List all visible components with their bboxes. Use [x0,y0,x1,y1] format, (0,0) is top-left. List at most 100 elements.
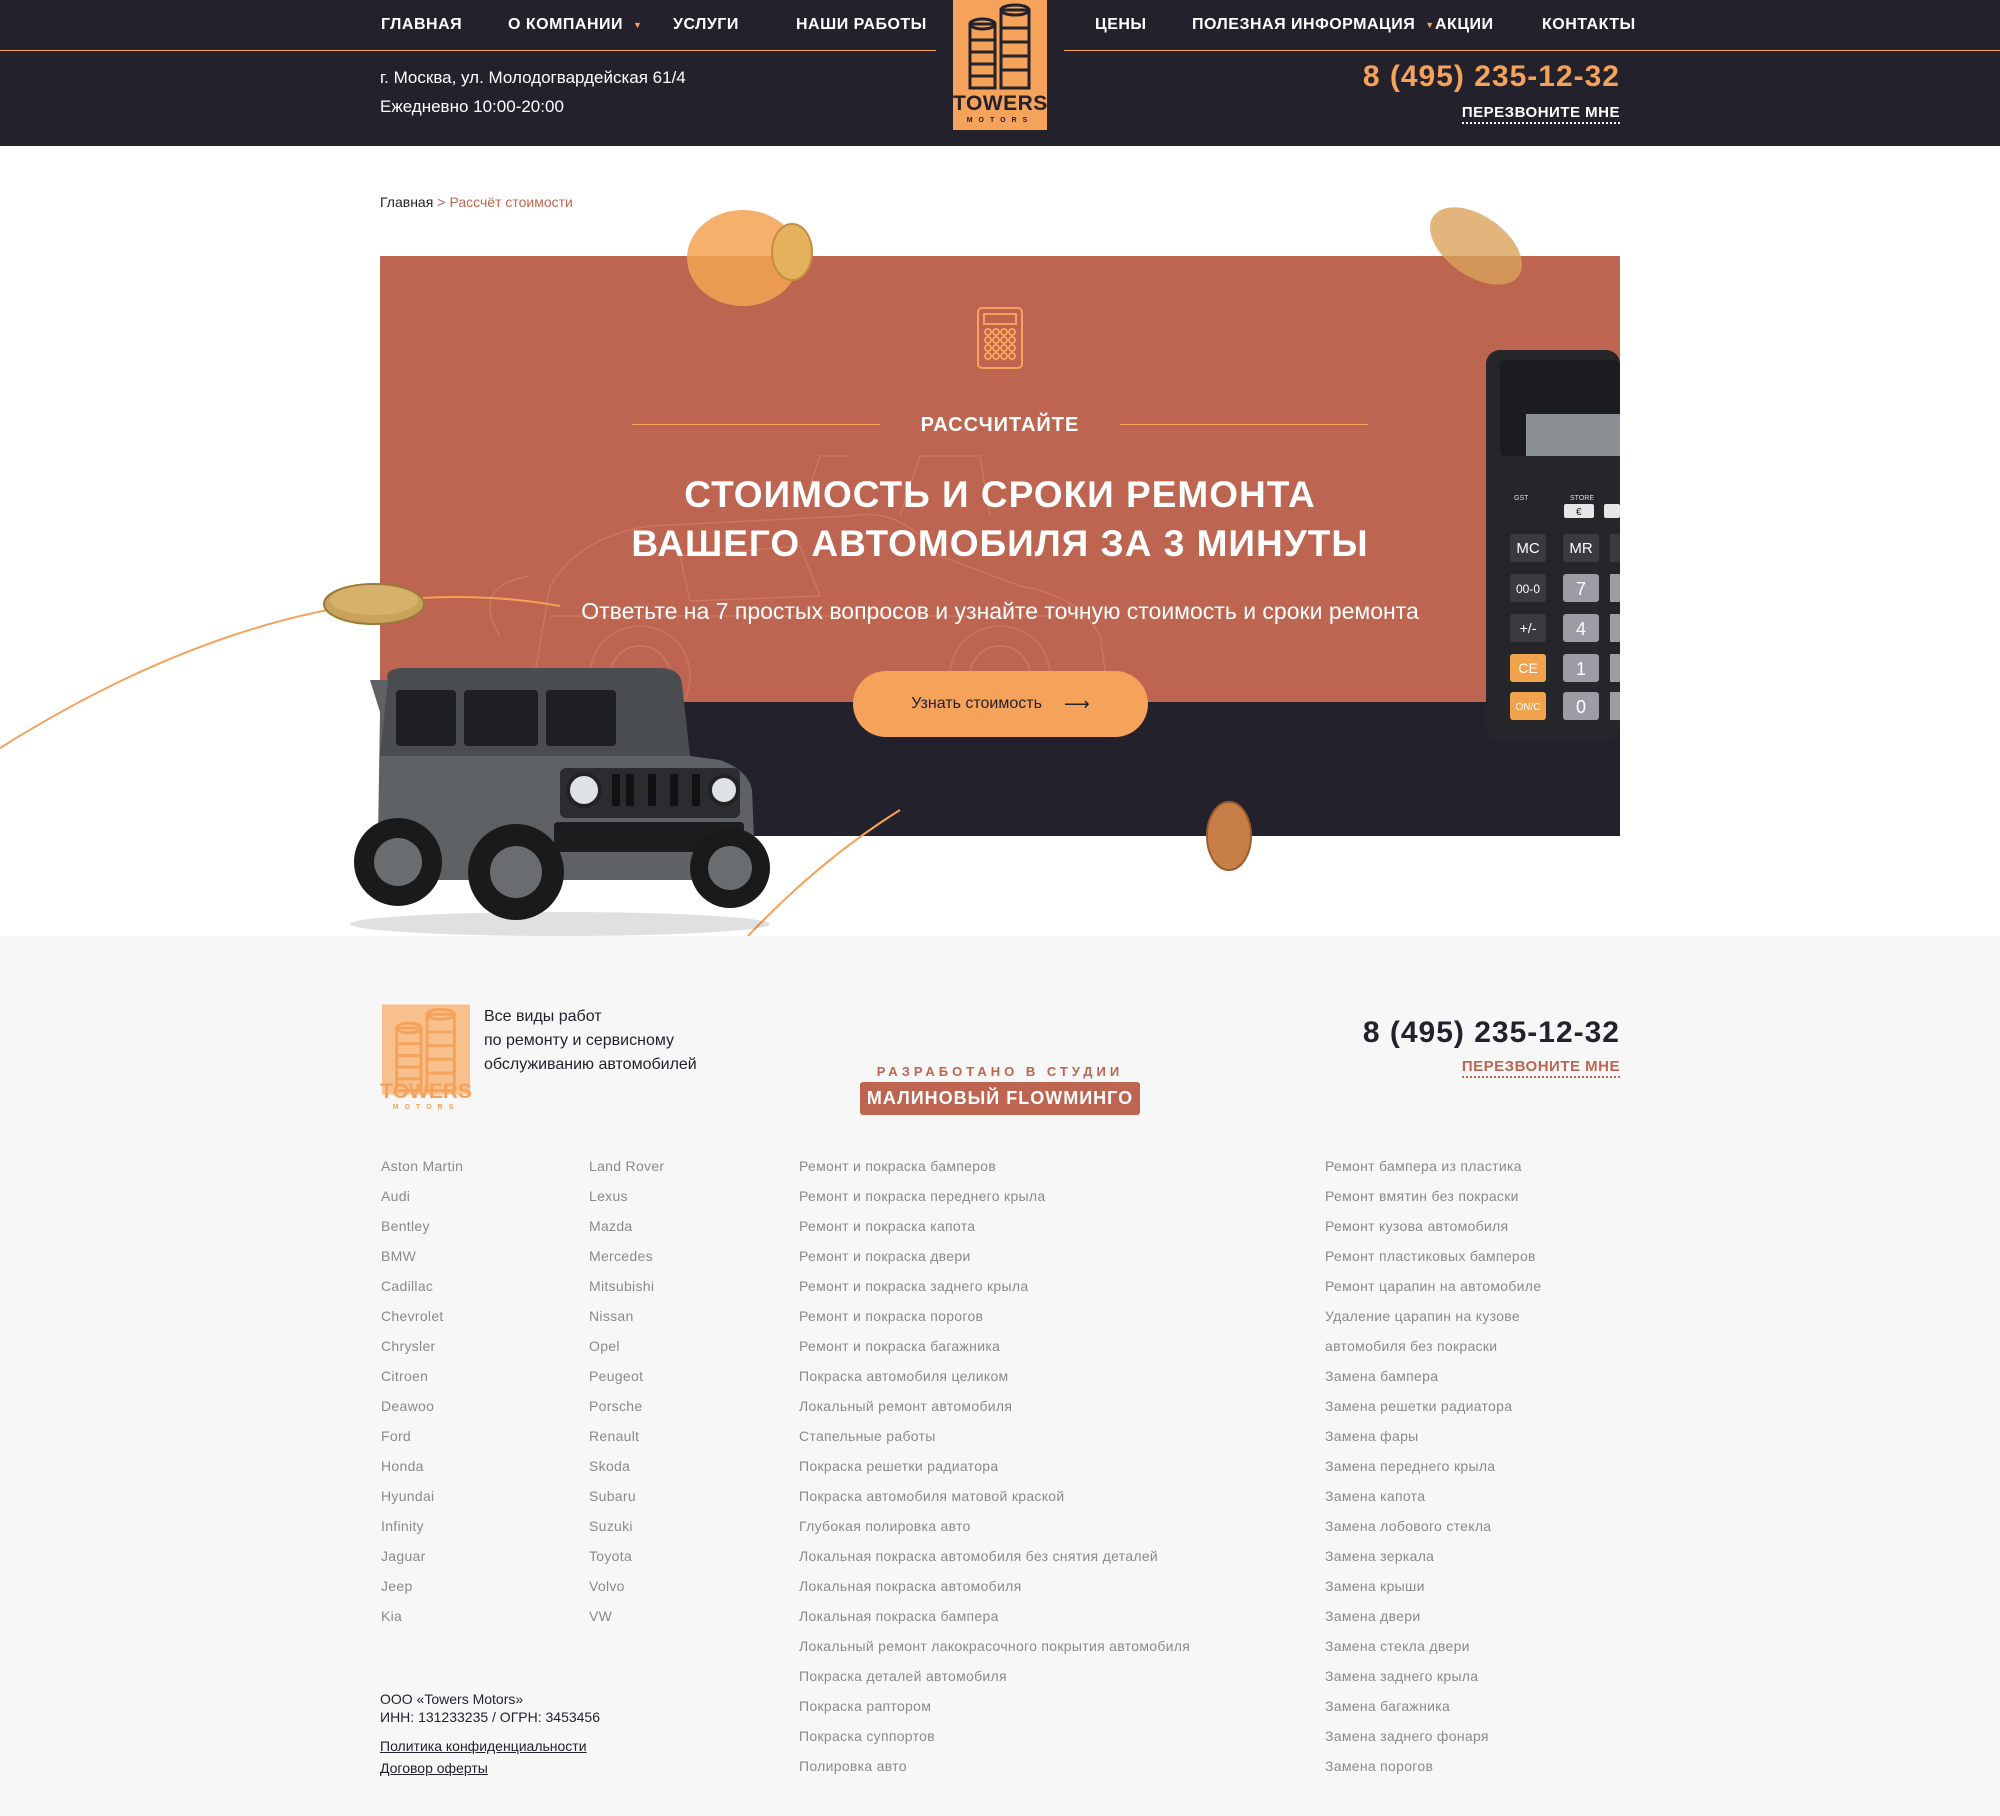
brand-link[interactable]: Kia [381,1608,463,1638]
service-link[interactable]: Ремонт и покраска двери [799,1248,1190,1278]
brand-link[interactable]: Lexus [589,1188,664,1218]
coin-icon [687,210,813,306]
offer-agreement-link[interactable]: Договор оферты [380,1760,488,1776]
footer-tagline-line: обслуживанию автомобилей [484,1056,697,1073]
brand-link[interactable]: Honda [381,1458,463,1488]
brand-link[interactable]: Cadillac [381,1278,463,1308]
brand-link[interactable]: Volvo [589,1578,664,1608]
brand-link[interactable]: Hyundai [381,1488,463,1518]
brand-link[interactable]: Infinity [381,1518,463,1548]
company-info: ООО «Towers Motors» ИНН: 131233235 / ОГР… [380,1690,600,1726]
studio-credit-link[interactable]: МАЛИНОВЫЙ FLOWМИНГО [860,1082,1140,1115]
service-link[interactable]: Покраска решетки радиатора [799,1458,1190,1488]
service-link[interactable]: Замена порогов [1325,1758,1541,1788]
get-price-button[interactable]: Узнать стоимость ⟶ [853,671,1148,737]
company-name: ООО «Towers Motors» [380,1691,524,1707]
studio-credit-label: РАЗРАБОТАНО В СТУДИИ [876,1064,1124,1079]
service-link[interactable]: Покраска автомобиля матовой краской [799,1488,1190,1518]
service-link[interactable]: Замена заднего фонаря [1325,1728,1541,1758]
brands-list-2: Land Rover Lexus Mazda Mercedes Mitsubishi Ni… [589,1158,664,1638]
brand-link[interactable]: Subaru [589,1488,664,1518]
brand-link[interactable]: Citroen [381,1368,463,1398]
footer-tagline: Все виды работ по ремонту и сервисному о… [484,1005,744,1077]
service-link[interactable]: Ремонт кузова автомобиля [1325,1218,1541,1248]
footer-phone[interactable]: 8 (495) 235-12-32 [1363,1016,1620,1050]
brand-link[interactable]: Peugeot [589,1368,664,1398]
brand-link[interactable]: Toyota [589,1548,664,1578]
service-link[interactable]: Удаление царапин на кузове [1325,1308,1541,1338]
service-link[interactable]: Ремонт бампера из пластика [1325,1158,1541,1188]
service-link[interactable]: Локальная покраска автомобиля без снятия… [799,1548,1190,1578]
arrow-right-icon: ⟶ [1063,693,1090,714]
hero-title-line-1: СТОИМОСТЬ И СРОКИ РЕМОНТА [684,474,1316,515]
brand-link[interactable]: Chrysler [381,1338,463,1368]
hero-title-line-2: ВАШЕГО АВТОМОБИЛЯ ЗА 3 МИНУТЫ [631,523,1369,564]
service-link[interactable]: Локальный ремонт лакокрасочного покрытия… [799,1638,1190,1668]
brand-link[interactable]: Suzuki [589,1518,664,1548]
brand-link[interactable]: Skoda [589,1458,664,1488]
service-link[interactable]: Ремонт и покраска переднего крыла [799,1188,1190,1218]
footer-callback-link[interactable]: ПЕРЕЗВОНИТЕ МНЕ [1461,1058,1620,1078]
service-link[interactable]: Замена заднего крыла [1325,1668,1541,1698]
service-link[interactable]: автомобиля без покраски [1325,1338,1541,1368]
service-link[interactable]: Полировка авто [799,1758,1190,1788]
service-link[interactable]: Покраска суппортов [799,1728,1190,1758]
service-link[interactable]: Ремонт и покраска порогов [799,1308,1190,1338]
brand-link[interactable]: Opel [589,1338,664,1368]
service-link[interactable]: Стапельные работы [799,1428,1190,1458]
service-link[interactable]: Замена решетки радиатора [1325,1398,1541,1428]
brand-link[interactable]: Ford [381,1428,463,1458]
brand-link[interactable]: Deawoo [381,1398,463,1428]
brand-link[interactable]: VW [589,1608,664,1638]
brand-link[interactable]: Bentley [381,1218,463,1248]
brand-link[interactable]: Land Rover [589,1158,664,1188]
footer-tagline-line: Все виды работ [484,1008,602,1025]
service-link[interactable]: Замена капота [1325,1488,1541,1518]
brand-link[interactable]: Nissan [589,1308,664,1338]
service-link[interactable]: Замена крыши [1325,1578,1541,1608]
service-link[interactable]: Глубокая полировка авто [799,1518,1190,1548]
brand-link[interactable]: Chevrolet [381,1308,463,1338]
brand-link[interactable]: Aston Martin [381,1158,463,1188]
brand-link[interactable]: Mazda [589,1218,664,1248]
service-link[interactable]: Ремонт и покраска бамперов [799,1158,1190,1188]
service-link[interactable]: Ремонт и покраска заднего крыла [799,1278,1190,1308]
service-link[interactable]: Замена двери [1325,1608,1541,1638]
service-link[interactable]: Покраска деталей автомобиля [799,1668,1190,1698]
coin-icon [1430,207,1522,285]
service-link[interactable]: Локальная покраска бампера [799,1608,1190,1638]
service-link[interactable]: Замена лобового стекла [1325,1518,1541,1548]
hero-subtitle: Ответьте на 7 простых вопросов и узнайте… [581,598,1419,624]
service-link[interactable]: Замена бампера [1325,1368,1541,1398]
service-link[interactable]: Локальная покраска автомобиля [799,1578,1190,1608]
brand-link[interactable]: Mercedes [589,1248,664,1278]
calculator-icon [977,307,1023,369]
brand-link[interactable]: Jeep [381,1578,463,1608]
service-link[interactable]: Ремонт царапин на автомобиле [1325,1278,1541,1308]
service-link[interactable]: Покраска автомобиля целиком [799,1368,1190,1398]
service-link[interactable]: Замена фары [1325,1428,1541,1458]
service-link[interactable]: Покраска раптором [799,1698,1190,1728]
service-link[interactable]: Ремонт и покраска капота [799,1218,1190,1248]
brand-link[interactable]: Mitsubishi [589,1278,664,1308]
service-link[interactable]: Локальный ремонт автомобиля [799,1398,1190,1428]
service-link[interactable]: Замена зеркала [1325,1548,1541,1578]
privacy-policy-link[interactable]: Политика конфиденциальности [380,1738,587,1754]
calc-key-onc: ON/C [1516,702,1541,713]
services-list-1: Ремонт и покраска бамперов Ремонт и покра… [799,1158,1190,1788]
company-requisites: ИНН: 131233235 / ОГРН: 3453456 [380,1709,601,1725]
brand-link[interactable]: Audi [381,1188,463,1218]
brand-link[interactable]: Jaguar [381,1548,463,1578]
service-link[interactable]: Замена переднего крыла [1325,1458,1541,1488]
service-link[interactable]: Ремонт и покраска багажника [799,1338,1190,1368]
brand-link[interactable]: Porsche [589,1398,664,1428]
service-link[interactable]: Замена стекла двери [1325,1638,1541,1668]
brand-link[interactable]: Renault [589,1428,664,1458]
brand-link[interactable]: BMW [381,1248,463,1278]
service-link[interactable]: Ремонт пластиковых бамперов [1325,1248,1541,1278]
service-link[interactable]: Замена багажника [1325,1698,1541,1728]
get-price-button-label: Узнать стоимость [911,695,1042,712]
calc-key-00: 00-0 [1516,582,1540,596]
services-list-2: Ремонт бампера из пластика Ремонт вмятин … [1325,1158,1541,1788]
service-link[interactable]: Ремонт вмятин без покраски [1325,1188,1541,1218]
